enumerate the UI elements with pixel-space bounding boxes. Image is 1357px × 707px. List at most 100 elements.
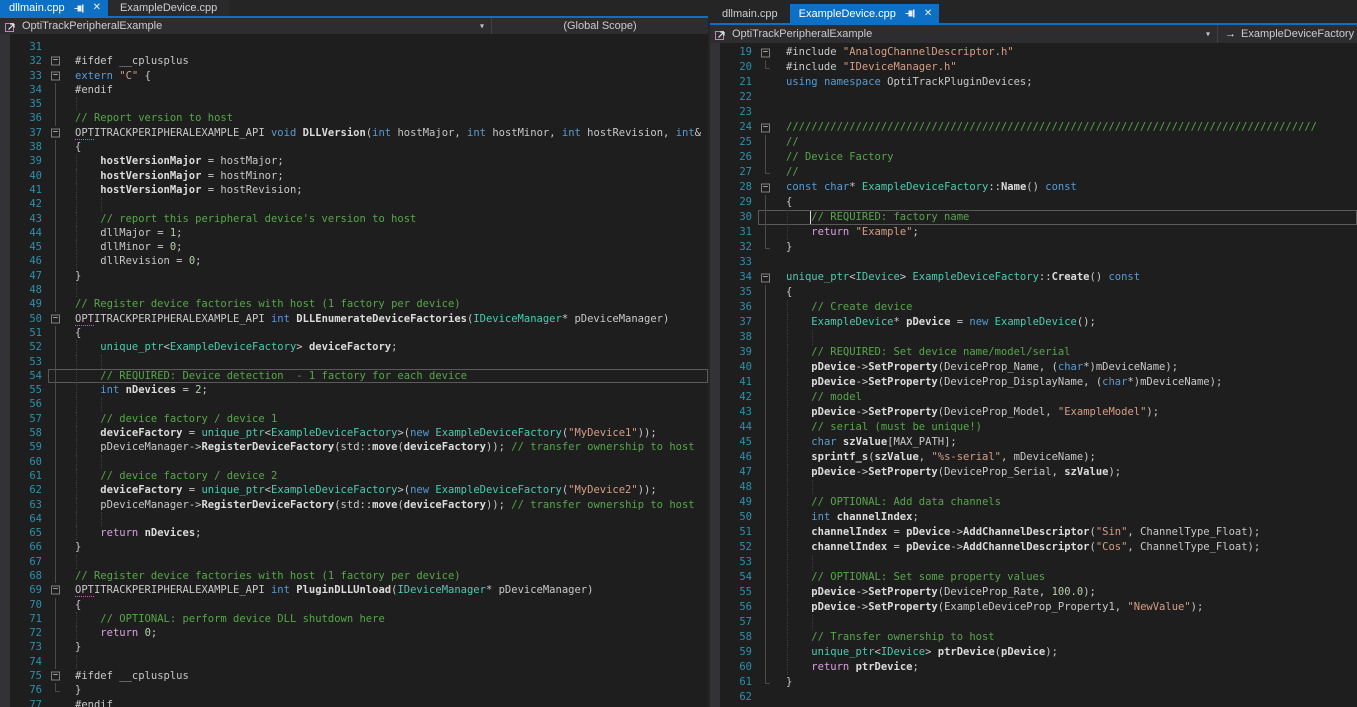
line-number[interactable]: 50 (710, 510, 758, 525)
line-number[interactable]: 69 (0, 583, 48, 597)
code-line[interactable]: 24−/////////////////////////////////////… (710, 120, 1357, 135)
line-number[interactable]: 43 (0, 212, 48, 226)
tab-dllmain[interactable]: dllmain.cpp (710, 4, 790, 23)
line-number[interactable]: 48 (710, 480, 758, 495)
line-number[interactable]: 76 (0, 683, 48, 697)
line-number[interactable]: 26 (710, 150, 758, 165)
fold-collapse-box[interactable]: − (758, 45, 774, 60)
code-line[interactable]: 75−#ifdef __cplusplus (0, 669, 708, 683)
collapse-icon[interactable]: − (761, 273, 770, 282)
code-line[interactable]: 76} (0, 683, 708, 697)
code-line[interactable]: 60 (0, 455, 708, 469)
line-number[interactable]: 53 (0, 355, 48, 369)
line-number[interactable]: 20 (710, 60, 758, 75)
code-line[interactable]: 41 pDevice->SetProperty(DeviceProp_Displ… (710, 375, 1357, 390)
code-line[interactable]: 59 pDeviceManager->RegisterDeviceFactory… (0, 440, 708, 454)
line-number[interactable]: 33 (710, 255, 758, 270)
line-number[interactable]: 28 (710, 180, 758, 195)
code-line[interactable]: 48 (710, 480, 1357, 495)
code-line[interactable]: 54 // REQUIRED: Device detection - 1 fac… (0, 369, 708, 383)
line-number[interactable]: 45 (710, 435, 758, 450)
code-line[interactable]: 58 deviceFactory = unique_ptr<ExampleDev… (0, 426, 708, 440)
line-number[interactable]: 62 (710, 690, 758, 705)
collapse-icon[interactable]: − (761, 123, 770, 132)
line-number[interactable]: 45 (0, 240, 48, 254)
line-number[interactable]: 75 (0, 669, 48, 683)
line-number[interactable]: 35 (0, 97, 48, 111)
code-line[interactable]: 69−OPTITRACKPERIPHERALEXAMPLE_API int Pl… (0, 583, 708, 597)
fold-collapse-box[interactable]: − (48, 54, 64, 68)
line-number[interactable]: 54 (0, 369, 48, 383)
project-dropdown[interactable]: OptiTrackPeripheralExample ▾ (0, 18, 492, 34)
code-line[interactable]: 33 (710, 255, 1357, 270)
code-line[interactable]: 61} (710, 675, 1357, 690)
line-number[interactable]: 33 (0, 69, 48, 83)
code-line[interactable]: 37−OPTITRACKPERIPHERALEXAMPLE_API void D… (0, 126, 708, 140)
line-number[interactable]: 49 (0, 297, 48, 311)
line-number[interactable]: 68 (0, 569, 48, 583)
code-line[interactable]: 49// Register device factories with host… (0, 297, 708, 311)
line-number[interactable]: 60 (0, 455, 48, 469)
code-line[interactable]: 65 return nDevices; (0, 526, 708, 540)
line-number[interactable]: 44 (0, 226, 48, 240)
code-line[interactable]: 39 hostVersionMajor = hostMajor; (0, 154, 708, 168)
fold-collapse-box[interactable]: − (48, 126, 64, 140)
code-line[interactable]: 71 // OPTIONAL: perform device DLL shutd… (0, 612, 708, 626)
code-line[interactable]: 61 // device factory / device 2 (0, 469, 708, 483)
code-line[interactable]: 21using namespace OptiTrackPluginDevices… (710, 75, 1357, 90)
line-number[interactable]: 38 (710, 330, 758, 345)
code-line[interactable]: 64 (0, 512, 708, 526)
line-number[interactable]: 36 (710, 300, 758, 315)
code-line[interactable]: 34#endif (0, 83, 708, 97)
line-number[interactable]: 42 (0, 197, 48, 211)
code-line[interactable]: 50 int channelIndex; (710, 510, 1357, 525)
code-line[interactable]: 45 dllMinor = 0; (0, 240, 708, 254)
line-number[interactable]: 70 (0, 598, 48, 612)
code-line[interactable]: 51{ (0, 326, 708, 340)
project-dropdown[interactable]: OptiTrackPeripheralExample ▾ (710, 25, 1218, 43)
code-line[interactable]: 49 // OPTIONAL: Add data channels (710, 495, 1357, 510)
line-number[interactable]: 23 (710, 105, 758, 120)
line-number[interactable]: 34 (710, 270, 758, 285)
fold-collapse-box[interactable]: − (48, 669, 64, 683)
line-number[interactable]: 47 (710, 465, 758, 480)
line-number[interactable]: 56 (0, 397, 48, 411)
line-number[interactable]: 51 (710, 525, 758, 540)
line-number[interactable]: 31 (710, 225, 758, 240)
code-line[interactable]: 22 (710, 90, 1357, 105)
code-line[interactable]: 40 hostVersionMajor = hostMinor; (0, 169, 708, 183)
line-number[interactable]: 71 (0, 612, 48, 626)
code-line[interactable]: 66} (0, 540, 708, 554)
code-area-exampledevice[interactable]: 19−#include "AnalogChannelDescriptor.h"2… (710, 43, 1357, 707)
close-icon[interactable]: ✕ (924, 9, 932, 19)
fold-collapse-box[interactable]: − (48, 583, 64, 597)
line-number[interactable]: 32 (0, 54, 48, 68)
line-number[interactable]: 54 (710, 570, 758, 585)
line-number[interactable]: 39 (0, 154, 48, 168)
code-line[interactable]: 30 // REQUIRED: factory name (710, 210, 1357, 225)
line-number[interactable]: 41 (710, 375, 758, 390)
code-line[interactable]: 53 (0, 355, 708, 369)
line-number[interactable]: 73 (0, 640, 48, 654)
code-line[interactable]: 27// (710, 165, 1357, 180)
line-number[interactable]: 61 (710, 675, 758, 690)
code-line[interactable]: 38{ (0, 140, 708, 154)
code-line[interactable]: 56 (0, 397, 708, 411)
line-number[interactable]: 58 (0, 426, 48, 440)
code-line[interactable]: 20#include "IDeviceManager.h" (710, 60, 1357, 75)
code-line[interactable]: 67 (0, 555, 708, 569)
tab-dllmain[interactable]: dllmain.cpp ✕ (0, 0, 108, 16)
code-line[interactable]: 74 (0, 655, 708, 669)
code-line[interactable]: 60 return ptrDevice; (710, 660, 1357, 675)
line-number[interactable]: 24 (710, 120, 758, 135)
code-line[interactable]: 34−unique_ptr<IDevice> ExampleDeviceFact… (710, 270, 1357, 285)
tab-exampledevice[interactable]: ExampleDevice.cpp (108, 0, 229, 16)
member-dropdown[interactable]: → ExampleDeviceFactory (1218, 25, 1357, 43)
code-line[interactable]: 44 // serial (must be unique!) (710, 420, 1357, 435)
line-number[interactable]: 59 (0, 440, 48, 454)
line-number[interactable]: 77 (0, 698, 48, 707)
code-line[interactable]: 63 pDeviceManager->RegisterDeviceFactory… (0, 498, 708, 512)
line-number[interactable]: 57 (0, 412, 48, 426)
code-line[interactable]: 23 (710, 105, 1357, 120)
code-line[interactable]: 77#endif (0, 698, 708, 707)
